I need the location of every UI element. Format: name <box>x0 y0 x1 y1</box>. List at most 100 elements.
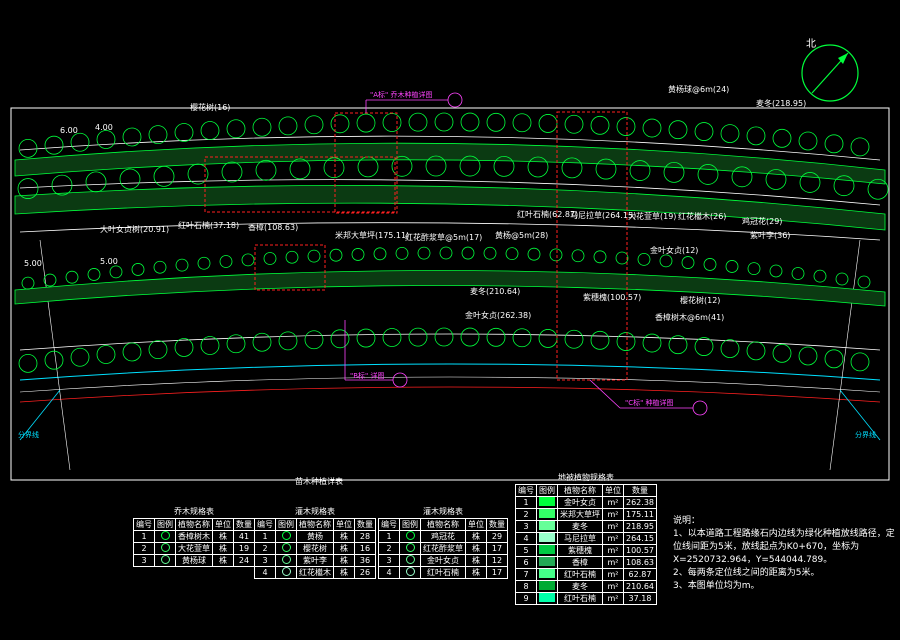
callout-label: 马尼拉草(264.15) <box>570 210 636 220</box>
tree-icon <box>824 349 844 369</box>
table-cell: 株 <box>465 542 487 555</box>
tree-icon <box>798 131 818 151</box>
north-label: 北 <box>806 39 816 50</box>
tree-icon <box>44 350 64 370</box>
table-cell: 29 <box>486 530 508 543</box>
callout-label: 大叶女贞树(20.91) <box>100 224 169 234</box>
table-cell: 株 <box>333 554 355 567</box>
table-cell: 麦冬 <box>557 520 603 533</box>
table-cell: 株 <box>212 542 234 555</box>
table-header-cell: 单位 <box>602 484 624 497</box>
tree-icon <box>616 117 636 136</box>
tree-icon <box>70 347 90 367</box>
tree-icon <box>356 328 376 348</box>
tree-icon <box>746 341 766 361</box>
table-cell: 株 <box>333 566 355 579</box>
table-cell: 米邦大草坪 <box>557 508 603 521</box>
table-header-cell: 植物名称 <box>420 518 466 531</box>
tree-icon <box>538 114 558 133</box>
table-cell: 17 <box>486 566 508 579</box>
tree-icon <box>226 334 246 354</box>
table-cell: 100.57 <box>623 544 657 557</box>
table-header-cell: 数量 <box>233 518 255 531</box>
table-header-cell: 编号 <box>133 518 155 531</box>
tree-icon <box>21 276 35 290</box>
tree-icon <box>791 267 805 280</box>
tree-icon <box>434 112 454 132</box>
table-cell: 马尼拉草 <box>557 532 603 545</box>
table-cell: 17 <box>486 542 508 555</box>
arbor-table-title: 乔木规格表 <box>174 507 214 516</box>
tree-icon <box>373 247 387 261</box>
table-cell: 黄杨球 <box>175 554 213 567</box>
tree-icon <box>564 329 584 349</box>
legend-swatch-icon <box>399 554 421 567</box>
tree-icon <box>408 112 428 132</box>
table-cell: 2 <box>515 508 537 521</box>
tree-icon <box>221 161 243 183</box>
tree-icon <box>505 247 519 261</box>
tree-icon <box>527 247 541 261</box>
table-header-cell: 数量 <box>623 484 657 497</box>
tree-icon <box>668 120 688 140</box>
tree-icon <box>382 328 402 347</box>
tree-icon <box>174 338 194 357</box>
table-cell: 红叶石楠 <box>420 566 466 579</box>
table-cell: 株 <box>333 530 355 543</box>
table-cell: 2 <box>254 542 276 555</box>
table-cell: 218.95 <box>623 520 657 533</box>
table-row: 3 金叶女贞株 12 <box>378 554 508 567</box>
table-cell: 株 <box>212 554 234 567</box>
table-cell: 4 <box>254 566 276 579</box>
shrub-table: 灌木规格表 编号 图例 植物名称 单位 数量 1 黄杨株 28 2 樱花树株 16 3 紫叶李株 36 4… <box>254 506 376 579</box>
table-cell: 金叶女贞 <box>557 496 603 509</box>
tree-icon <box>148 340 168 360</box>
tree-icon <box>18 353 38 373</box>
table-cell: 1 <box>515 496 537 509</box>
tree-icon <box>798 346 818 366</box>
table-cell: 108.63 <box>623 556 657 569</box>
table-cell: 4 <box>515 532 537 545</box>
table-header-cell: 植物名称 <box>175 518 213 531</box>
tree-icon <box>153 165 175 187</box>
table-header-cell: 图例 <box>154 518 176 531</box>
legend-swatch-icon <box>275 542 297 555</box>
tree-icon <box>241 253 255 267</box>
table-header-cell: 数量 <box>354 518 376 531</box>
tree-icon <box>148 125 168 145</box>
table-header-cell: 数量 <box>486 518 508 531</box>
groundcover-table: 地被植物规格表 编号 图例 植物名称 单位 数量 1 金叶女贞 m² 262.38 2 米邦大草坪… <box>515 472 657 605</box>
tree-icon <box>720 339 740 359</box>
tree-icon <box>637 252 651 266</box>
table-cell: m² <box>602 508 624 521</box>
table-row: 7 红叶石楠 m² 62.87 <box>515 568 657 581</box>
legend-swatch-icon <box>275 554 297 567</box>
legend-swatch-icon <box>536 580 558 593</box>
table-row: 9 红叶石楠 m² 37.18 <box>515 592 657 605</box>
right-boundary-label: 分界线 <box>855 430 876 439</box>
callout-label: 金叶女贞(262.38) <box>465 310 531 320</box>
table-row: 2 红花酢浆草株 17 <box>378 542 508 555</box>
dim-label: 5.00 <box>100 257 118 266</box>
table-cell: 香樟 <box>557 556 603 569</box>
table-cell: 5 <box>515 544 537 557</box>
tree-icon <box>70 132 90 152</box>
table-header-cell: 编号 <box>378 518 400 531</box>
table-cell: m² <box>602 496 624 509</box>
callout-label: 香樟(108.63) <box>248 222 298 232</box>
table-header-cell: 单位 <box>465 518 487 531</box>
table-cell: 24 <box>233 554 255 567</box>
table-cell: 19 <box>233 542 255 555</box>
tree-icon <box>175 258 189 272</box>
legend-swatch-icon <box>275 530 297 543</box>
shrub-table-title: 灌木规格表 <box>295 507 335 516</box>
table-cell: 株 <box>212 530 234 543</box>
table-row: 1 金叶女贞 m² 262.38 <box>515 496 657 509</box>
table-cell: 262.38 <box>623 496 657 509</box>
table-cell: m² <box>602 568 624 581</box>
table-header-cell: 图例 <box>536 484 558 497</box>
table-cell: 175.11 <box>623 508 657 521</box>
tree-icon <box>694 337 714 356</box>
tree-icon <box>18 138 38 158</box>
tree-icon <box>486 327 506 347</box>
